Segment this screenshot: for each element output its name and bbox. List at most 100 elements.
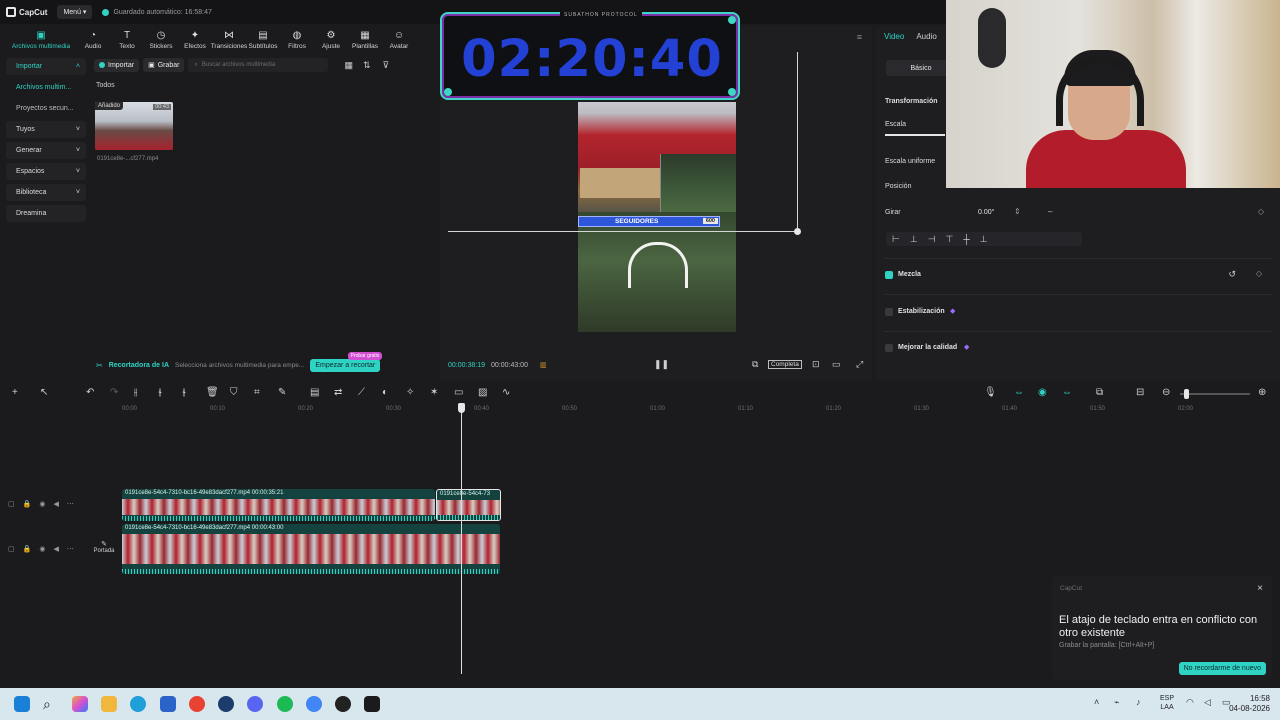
align-middle-icon[interactable]: ┼ (963, 234, 969, 244)
magic-icon[interactable]: ✶ (430, 387, 438, 398)
capcut-taskbar-icon[interactable] (364, 696, 380, 712)
close-icon[interactable]: × (1257, 583, 1263, 594)
preview-canvas[interactable]: SEGUIDORES 600 (578, 102, 736, 332)
playhead-handle[interactable] (458, 403, 465, 413)
blend-checkbox[interactable] (885, 271, 893, 279)
keyframe-icon[interactable]: ◇ (1258, 207, 1264, 216)
align-right-icon[interactable]: ⊣ (928, 234, 936, 245)
microphone-icon[interactable]: 🎙 (984, 387, 997, 398)
zoom-out-icon[interactable]: ⊖ (1162, 387, 1170, 398)
brush-icon[interactable]: ✎ (278, 387, 286, 398)
delete-icon[interactable]: 🗑 (206, 387, 219, 398)
tool-transitions[interactable]: ⋈ Transiciones (211, 31, 248, 54)
tool-avatar[interactable]: ☺ Avatar (382, 31, 416, 54)
rotate-reset-icon[interactable]: – (1048, 207, 1052, 216)
align-top-icon[interactable]: ⊤ (946, 234, 954, 245)
dont-remind-button[interactable]: No recordarme de nuevo (1178, 662, 1266, 675)
cover-button[interactable]: ✎ Portada (92, 540, 116, 560)
language-indicator[interactable]: ESP LAA (1160, 694, 1174, 712)
align-bottom-icon[interactable]: ⊥ (980, 234, 988, 245)
guide-handle[interactable] (794, 228, 801, 235)
menu-button[interactable]: Menú ▾ (57, 5, 93, 19)
lock-icon[interactable]: 🔒 (23, 500, 32, 508)
blend-label[interactable]: Mezcla (898, 271, 921, 278)
mirror-icon[interactable]: ⟋ (358, 387, 365, 398)
edge-icon[interactable] (130, 696, 146, 712)
sort-icon[interactable]: ⇅ (363, 60, 371, 71)
tool-templates[interactable]: ▦ Plantillas (348, 31, 382, 54)
wifi-icon[interactable]: ◠ (1186, 697, 1194, 708)
store-icon[interactable] (160, 696, 176, 712)
tool-filters[interactable]: ◍ Filtros (280, 31, 314, 54)
preview-axis-icon[interactable]: ⧉ (1096, 387, 1103, 398)
nav-generate[interactable]: Generar ˅ (6, 142, 86, 159)
filter-icon[interactable]: ⊽ (383, 60, 390, 71)
freeze-icon[interactable]: ▤ (310, 387, 319, 398)
timeline-clip-overlay[interactable]: 0191ce8e-54c4-7310-bc16-49e83dacf277.mp4… (122, 489, 435, 521)
redo-icon[interactable]: ↷ (110, 387, 118, 398)
tab-audio[interactable]: Audio (916, 32, 936, 41)
align-center-icon[interactable]: ⊥ (910, 234, 918, 245)
split-icon[interactable]: ⫲ (134, 387, 137, 398)
keyframe-icon[interactable]: ◇ (1256, 269, 1262, 278)
copilot-icon[interactable] (72, 696, 88, 712)
steam-icon[interactable] (218, 696, 234, 712)
more-icon[interactable]: ⋯ (67, 500, 74, 508)
tool-media[interactable]: ▣ Archivos multimedia (6, 31, 76, 54)
import-button[interactable]: Importar (94, 58, 140, 72)
caption-icon[interactable]: ▭ (454, 387, 463, 398)
stabilize-label[interactable]: Estabilización (898, 308, 945, 315)
link-icon[interactable]: ⇔ (1014, 387, 1024, 398)
zoom-slider-handle[interactable] (1184, 389, 1189, 399)
zoom-slider[interactable] (1180, 393, 1250, 395)
mic-tray-icon[interactable]: ♪ (1136, 697, 1141, 707)
preview-menu-icon[interactable]: ≡ (857, 32, 862, 42)
audio-wave-icon[interactable]: ∿ (502, 387, 510, 398)
search-icon[interactable]: ⌕ (43, 696, 59, 712)
nav-media-files[interactable]: Archivos multim... (6, 79, 86, 96)
file-explorer-icon[interactable] (101, 696, 117, 712)
screenshot-icon[interactable]: ⊡ (812, 359, 820, 370)
browser-icon[interactable] (306, 696, 322, 712)
volume-tray-icon[interactable]: ◁ (1204, 697, 1211, 708)
magnet-icon[interactable]: ◉ (1038, 387, 1047, 398)
media-search-input[interactable]: ⌕ Buscar archivos multimedia (188, 58, 329, 72)
fullscreen-icon[interactable]: ⤢ (856, 359, 863, 370)
nav-yours[interactable]: Tuyos ˅ (6, 121, 86, 138)
playhead-line[interactable] (461, 404, 462, 674)
timeline-clip-main[interactable]: 0191ce8e-54c4-7310-bc16-49e83dacf277.mp4… (122, 524, 500, 574)
tool-effects[interactable]: ✦ Efectos (178, 31, 212, 54)
full-quality-button[interactable]: Completa (768, 360, 802, 369)
stepper-icon[interactable]: ⇕ (1014, 207, 1021, 216)
zoom-fit-icon[interactable]: ⊟ (1136, 387, 1144, 398)
spotify-icon[interactable] (277, 696, 293, 712)
align-left-icon[interactable]: ⊢ (892, 234, 900, 245)
timeline-ruler[interactable]: 00:00 00:10 00:20 00:30 00:40 00:50 01:0… (88, 404, 1280, 416)
tool-stickers[interactable]: ◷ Stickers (144, 31, 178, 54)
nav-import[interactable]: Importar ˄ (6, 58, 86, 75)
rotate-icon[interactable]: ◐ (382, 387, 388, 398)
nav-library[interactable]: Biblioteca ˅ (6, 184, 86, 201)
nav-dreamina[interactable]: Dreamina (6, 205, 86, 222)
zoom-in-icon[interactable]: ⊕ (1258, 387, 1266, 398)
image-icon[interactable]: ▨ (478, 387, 487, 398)
tool-subtitles[interactable]: ▤ Subtítulos (246, 31, 280, 54)
ratio-select-icon[interactable]: ▭ (832, 359, 841, 370)
reset-icon[interactable]: ↺ (1228, 269, 1236, 280)
chevron-up-icon[interactable]: ˄ (1094, 697, 1099, 707)
windows-start-icon[interactable] (14, 696, 30, 712)
select-tool-icon[interactable]: ↖ (40, 387, 48, 398)
visibility-icon[interactable]: ◉ (39, 500, 45, 508)
media-clip-thumbnail[interactable]: Añadido 00:43 (95, 102, 173, 150)
more-icon[interactable]: ⋯ (67, 545, 74, 553)
tool-text[interactable]: T Texto (110, 31, 144, 54)
network-icon[interactable]: ⌁ (1114, 697, 1119, 708)
start-trimming-button[interactable]: Empezar a recortar Probar gratis (310, 351, 383, 372)
nav-spaces[interactable]: Espacios ˅ (6, 163, 86, 180)
rotate-value[interactable]: 0.00° (978, 209, 994, 216)
snap-icon[interactable]: ⇔ (1062, 387, 1072, 398)
split-right-icon[interactable]: ⫳ (182, 387, 186, 398)
improve-quality-label[interactable]: Mejorar la calidad (898, 344, 957, 351)
ratio-icon[interactable]: ⧉ (752, 359, 758, 370)
timeline-clip-selected[interactable]: 0191ce8e-54c4-73 (436, 489, 501, 521)
